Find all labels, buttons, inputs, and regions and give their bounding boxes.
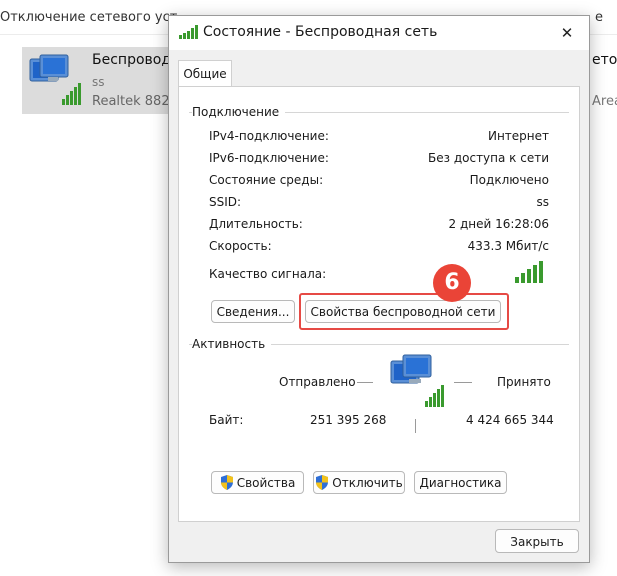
- ipv6-value: Без доступа к сети: [428, 151, 549, 165]
- ipv6-label: IPv6-подключение:: [209, 151, 329, 165]
- title-bar: Состояние - Беспроводная сеть ✕: [169, 16, 589, 50]
- connection-group-label: Подключение: [192, 105, 286, 119]
- bytes-sent-value: 251 395 268: [310, 413, 387, 427]
- ipv4-label: IPv4-подключение:: [209, 129, 329, 143]
- ssid-value: ss: [536, 195, 549, 209]
- activity-divider: [415, 419, 416, 433]
- dialog-title: Состояние - Беспроводная сеть: [203, 24, 438, 40]
- speed-value: 433.3 Мбит/с: [467, 239, 549, 253]
- bytes-label: Байт:: [209, 413, 244, 427]
- adapter-ssid: ss: [92, 75, 105, 89]
- shield-icon: [220, 475, 234, 498]
- media-state-label: Состояние среды:: [209, 173, 324, 187]
- received-label: Принято: [497, 375, 551, 389]
- bytes-received-value: 4 424 665 344: [466, 413, 554, 427]
- wifi-signal-icon: [179, 25, 199, 42]
- signal-strength-icon: [515, 261, 545, 286]
- ipv4-value: Интернет: [487, 129, 549, 143]
- network-activity-icon: [389, 353, 449, 414]
- close-icon[interactable]: ✕: [545, 16, 589, 50]
- network-adapter-icon: [26, 53, 86, 112]
- received-connector: [454, 382, 472, 383]
- activity-group-label: Активность: [192, 337, 272, 351]
- media-state-value: Подключено: [469, 173, 549, 187]
- adapter-name: Беспровод: [92, 52, 172, 68]
- duration-label: Длительность:: [209, 217, 303, 231]
- properties-button-label: Свойства: [236, 476, 296, 490]
- disable-button-label: Отключить: [332, 476, 403, 490]
- disable-button[interactable]: Отключить: [313, 471, 405, 494]
- ssid-label: SSID:: [209, 195, 242, 209]
- wireless-status-dialog: Состояние - Беспроводная сеть ✕ Общие По…: [168, 15, 590, 563]
- details-button[interactable]: Сведения...: [211, 300, 295, 323]
- shield-icon: [315, 475, 329, 498]
- step-badge: 6: [433, 264, 471, 302]
- sent-label: Отправлено: [279, 375, 356, 389]
- highlight-frame: [299, 293, 509, 330]
- adapter-device: Realtek 882: [92, 94, 170, 109]
- second-adapter-name[interactable]: етос: [592, 52, 617, 68]
- duration-value: 2 дней 16:28:06: [448, 217, 549, 231]
- wireless-adapter-item[interactable]: Беспровод ss Realtek 882: [22, 47, 182, 114]
- sent-connector: [357, 382, 373, 383]
- diagnostics-button[interactable]: Диагностика: [414, 471, 507, 494]
- tab-general[interactable]: Общие: [178, 60, 232, 87]
- close-button[interactable]: Закрыть: [495, 529, 579, 553]
- signal-quality-label: Качество сигнала:: [209, 267, 327, 281]
- toolbar-command-partial[interactable]: е: [595, 10, 603, 25]
- second-adapter-device: Area: [592, 94, 617, 109]
- properties-button[interactable]: Свойства: [211, 471, 304, 494]
- disable-network-device-command[interactable]: Отключение сетевого уст: [0, 10, 177, 25]
- speed-label: Скорость:: [209, 239, 272, 253]
- general-panel: Подключение IPv4-подключение: Интернет I…: [178, 86, 580, 522]
